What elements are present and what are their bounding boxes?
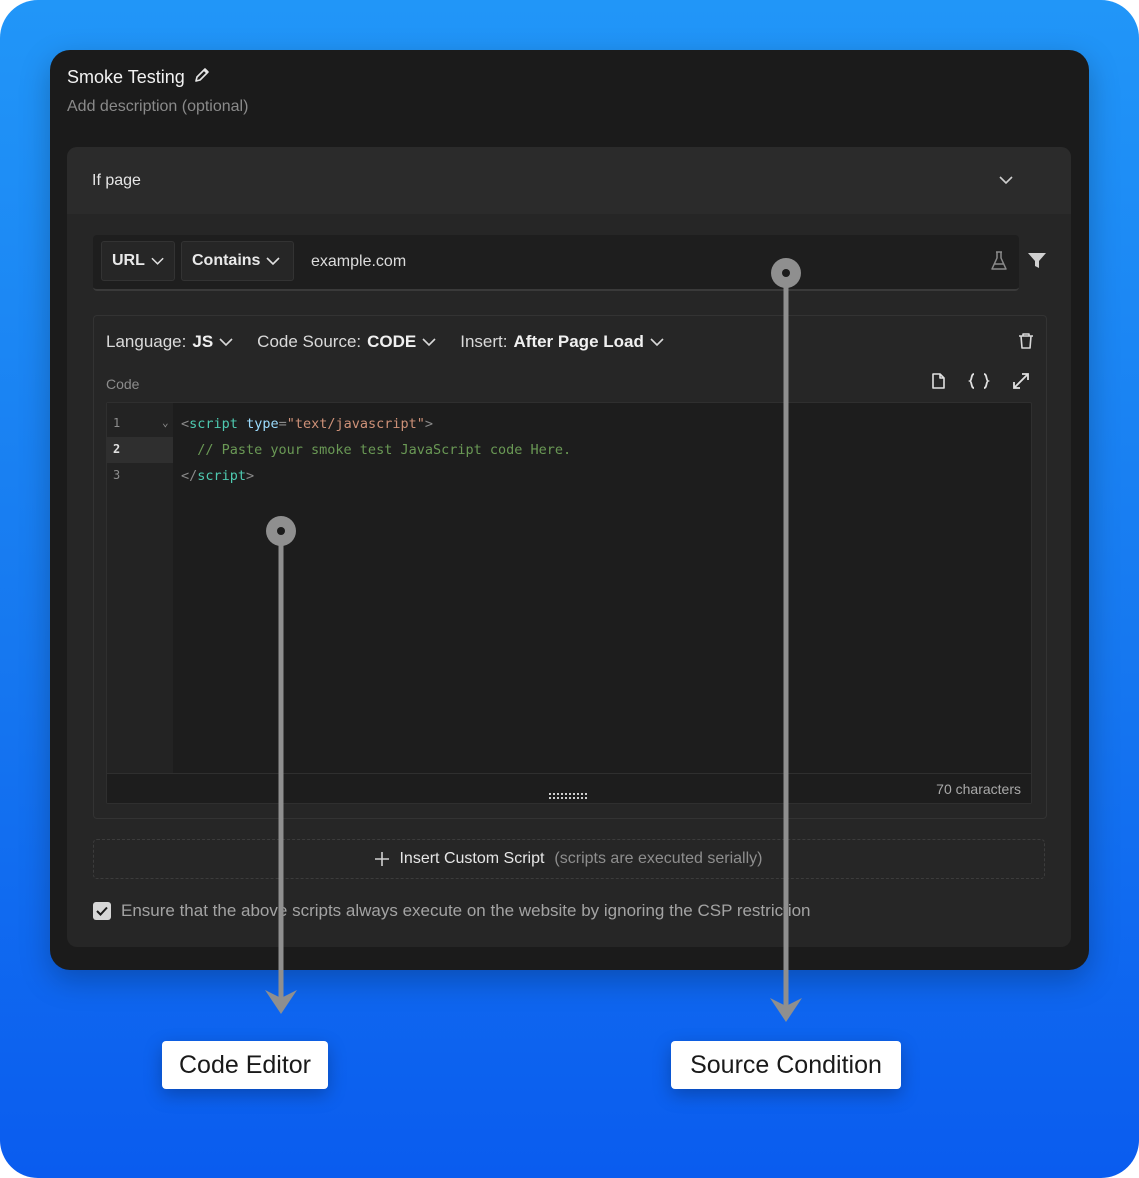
code-editor-callout: Code Editor <box>162 1041 328 1089</box>
tag-bracket: > <box>246 468 255 484</box>
language-value: JS <box>192 332 214 351</box>
line-number: 1 <box>113 416 121 430</box>
chevron-down-icon <box>151 257 164 265</box>
field-dropdown[interactable]: URL <box>101 241 175 281</box>
condition-value-input[interactable]: example.com <box>311 253 406 271</box>
format-code-icon[interactable] <box>967 372 991 395</box>
copy-icon[interactable] <box>930 372 946 395</box>
chevron-down-icon <box>422 337 436 346</box>
language-dropdown[interactable]: Language: JS <box>106 332 233 352</box>
attr-equals: = <box>278 416 287 432</box>
csp-option: Ensure that the above scripts always exe… <box>93 901 811 921</box>
language-label: Language: <box>106 332 187 351</box>
custom-script-block: Language: JS Code Source: CODE Insert: A… <box>93 315 1047 819</box>
operator-dropdown[interactable]: Contains <box>181 241 294 281</box>
description-field[interactable]: Add description (optional) <box>67 98 248 116</box>
background-frame: Smoke Testing Add description (optional)… <box>0 0 1139 1178</box>
line-number: 3 <box>113 468 121 482</box>
field-dropdown-label: URL <box>112 252 145 269</box>
character-count: 70 characters <box>936 781 1021 797</box>
insert-custom-script-button[interactable]: Insert Custom Script (scripts are execut… <box>93 839 1045 879</box>
code-source-label: Code Source: <box>257 332 362 351</box>
flask-icon[interactable] <box>989 250 1009 277</box>
rule-panel: If page URL Contains example.com Languag… <box>67 147 1071 947</box>
chevron-down-icon <box>650 337 664 346</box>
script-title: Smoke Testing <box>67 67 185 87</box>
tag-bracket: </ <box>181 468 198 484</box>
insert-timing-label: Insert: <box>460 332 508 351</box>
pencil-icon[interactable] <box>193 66 211 89</box>
rule-section-label: If page <box>92 172 141 189</box>
code-source-value: CODE <box>367 332 417 351</box>
trash-icon[interactable] <box>1018 332 1034 355</box>
chevron-down-icon <box>266 256 281 265</box>
resize-handle-icon[interactable] <box>549 786 589 803</box>
tag-bracket: < <box>181 416 190 432</box>
line-number: 2 <box>113 442 121 456</box>
check-icon <box>96 906 108 916</box>
editor-status-bar: 70 characters <box>107 773 1031 803</box>
script-options: Language: JS Code Source: CODE Insert: A… <box>106 332 664 352</box>
chevron-down-icon <box>219 337 233 346</box>
code-label: Code <box>106 376 140 392</box>
rule-panel-header[interactable]: If page <box>67 147 1071 214</box>
attr-value: "text/javascript" <box>286 416 425 432</box>
insert-script-label: Insert Custom Script <box>399 850 545 867</box>
insert-timing-dropdown[interactable]: Insert: After Page Load <box>460 332 664 352</box>
filter-icon[interactable] <box>1027 252 1047 275</box>
code-editor[interactable]: 1 ⌄ <script type="text/javascript"> 2 //… <box>106 402 1032 804</box>
attr-name: type <box>246 416 279 432</box>
title-row: Smoke Testing <box>67 66 211 89</box>
chevron-down-icon[interactable] <box>999 172 1013 190</box>
csp-label: Ensure that the above scripts always exe… <box>121 901 811 920</box>
plus-icon <box>375 852 390 866</box>
tag-name: script <box>189 416 238 432</box>
script-card: Smoke Testing Add description (optional)… <box>50 50 1089 970</box>
code-line: 2 // Paste your smoke test JavaScript co… <box>107 437 1031 463</box>
csp-checkbox[interactable] <box>93 902 111 920</box>
source-condition-row: URL Contains example.com <box>93 235 1019 291</box>
expand-icon[interactable] <box>1012 372 1030 395</box>
code-source-dropdown[interactable]: Code Source: CODE <box>257 332 436 352</box>
source-condition-callout: Source Condition <box>671 1041 901 1089</box>
operator-dropdown-label: Contains <box>192 252 261 269</box>
fold-chevron-icon[interactable]: ⌄ <box>162 416 169 429</box>
tag-name: script <box>197 468 247 484</box>
code-line: 3 </script> <box>107 463 1031 489</box>
editor-toolbar <box>930 372 1030 395</box>
insert-timing-value: After Page Load <box>513 332 644 351</box>
code-line: 1 ⌄ <script type="text/javascript"> <box>107 411 1031 437</box>
code-comment: // Paste your smoke test JavaScript code… <box>181 442 572 458</box>
tag-bracket: > <box>424 416 434 432</box>
insert-script-note: (scripts are executed serially) <box>554 850 763 867</box>
